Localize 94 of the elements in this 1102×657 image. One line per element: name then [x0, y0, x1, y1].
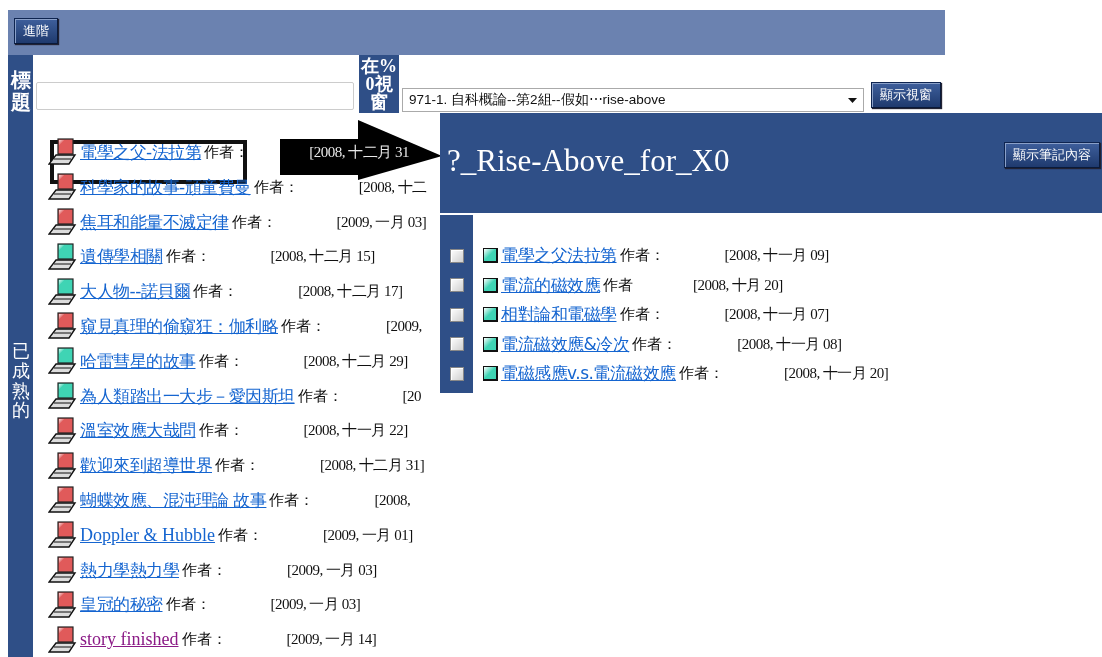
author-label: 作者： — [182, 560, 227, 580]
author-label: 作者： — [193, 282, 239, 302]
note-date: [2008, 十二月 31 — [309, 142, 409, 162]
laptop-icon — [48, 382, 78, 410]
note-date: [2009, 一月 03] — [270, 595, 361, 615]
note-link[interactable]: 溫室效應大哉問 — [80, 419, 196, 443]
caret-icon — [848, 97, 857, 103]
note-date: [2008, 十二月 17] — [298, 282, 403, 302]
note-link[interactable]: 電學之父-法拉第 — [80, 140, 202, 164]
author-label: 作者： — [215, 456, 260, 476]
author-label: 作者 — [603, 275, 633, 295]
author-label: 作者： — [632, 334, 678, 354]
laptop-icon — [48, 416, 78, 445]
note-link[interactable]: 哈雷彗星的故事 — [80, 349, 196, 373]
laptop-icon — [48, 138, 78, 167]
note-date: [2008, 十一月 22] — [303, 421, 408, 441]
laptop-icon — [48, 590, 78, 619]
author-label: 作者： — [619, 305, 665, 325]
note-date: [2008, 十一月 09] — [724, 246, 829, 266]
note-link[interactable]: 焦耳和能量不滅定律 — [80, 210, 229, 234]
checkbox[interactable] — [449, 337, 464, 352]
author-label: 作者： — [678, 364, 724, 384]
author-label: 作者： — [269, 490, 315, 510]
laptop-icon — [48, 208, 78, 237]
laptop-icon — [48, 451, 78, 480]
note-date: [20 — [402, 387, 421, 405]
note-link[interactable]: 窺見真理的偷窺狂：伽利略 — [80, 314, 278, 338]
laptop-icon — [48, 486, 78, 515]
note-link[interactable]: 蝴蝶效應、混沌理論 故事 — [80, 488, 267, 512]
author-label: 作者： — [181, 630, 227, 650]
popup-title: ?_Rise-Above_for_X0 — [447, 143, 730, 179]
note-date: [2008, 十一月 08] — [737, 334, 842, 354]
note-date: [2008, 十二月 29] — [303, 351, 408, 371]
checkbox[interactable] — [449, 307, 464, 322]
notebook-select[interactable]: 971-1. 自科概論--第2組--假如⋯rise-above — [402, 88, 864, 112]
show-window-button[interactable]: 顯示視窗 — [871, 82, 941, 108]
title-input[interactable] — [36, 82, 354, 110]
note-date: [2009, — [386, 317, 422, 335]
note-date: [2008, — [374, 491, 411, 509]
checkbox[interactable] — [449, 278, 464, 293]
note-link[interactable]: Doppler & Hubble — [80, 524, 215, 546]
laptop-icon — [48, 312, 78, 341]
author-label: 作者： — [204, 142, 250, 162]
laptop-icon — [48, 521, 78, 550]
advanced-button[interactable]: 進階 — [14, 18, 58, 44]
author-label: 作者： — [218, 525, 263, 545]
show-notes-button[interactable]: 顯示筆記內容 — [1004, 142, 1100, 168]
laptop-icon — [48, 625, 78, 654]
note-link[interactable]: 電流磁效應&冷次 — [501, 332, 630, 356]
note-date: [2008, 十一月 07] — [724, 305, 829, 325]
note-link[interactable]: 電學之父法拉第 — [501, 244, 617, 268]
note-date: [2008, 十二月 15] — [270, 247, 375, 267]
note-icon — [483, 366, 498, 382]
note-link[interactable]: 熱力學熱力學 — [80, 558, 179, 582]
author-label: 作者： — [253, 177, 299, 197]
note-link[interactable]: 遺傳學相關 — [80, 245, 163, 269]
author-label: 作者： — [619, 246, 665, 266]
checkbox[interactable] — [449, 366, 464, 381]
note-link[interactable]: 電磁感應v.s.電流磁效應 — [501, 362, 676, 386]
laptop-icon — [48, 556, 78, 584]
note-link[interactable]: 大人物--諾貝爾 — [80, 280, 191, 304]
note-icon — [483, 248, 498, 264]
note-link[interactable]: 電流的磁效應 — [501, 273, 600, 297]
checkbox[interactable] — [449, 248, 464, 263]
note-date: [2008, 十二 — [358, 177, 427, 197]
title-label: 標題 — [10, 69, 31, 113]
laptop-icon — [48, 242, 78, 271]
section-label: 已成熟的 — [11, 341, 30, 421]
author-label: 作者： — [165, 595, 211, 615]
laptop-icon — [48, 277, 78, 306]
laptop-icon — [48, 347, 78, 376]
author-label: 作者： — [165, 247, 211, 267]
author-label: 作者： — [231, 212, 277, 232]
note-icon — [483, 277, 498, 293]
note-link[interactable]: 相對論和電磁學 — [501, 303, 617, 327]
author-label: 作者： — [198, 351, 244, 371]
note-date: [2008, 十月 20] — [693, 275, 783, 295]
note-link[interactable]: 歡迎來到超導世界 — [80, 454, 212, 478]
note-date: [2008, 十二月 31] — [320, 456, 425, 476]
note-date: [2009, 一月 14] — [286, 630, 377, 650]
note-icon — [483, 336, 498, 352]
note-icon — [483, 307, 498, 323]
author-label: 作者： — [281, 316, 326, 336]
view-label: 在%0視窗 — [359, 55, 399, 113]
author-label: 作者： — [297, 386, 343, 406]
note-link[interactable]: 皇冠的秘密 — [80, 593, 163, 617]
note-date: [2009, 一月 03] — [336, 212, 427, 232]
note-date: [2008, 十一月 20] — [783, 364, 889, 384]
note-link[interactable]: story finished — [80, 629, 179, 651]
note-link[interactable]: 為人類踏出一大步－愛因斯坦 — [80, 384, 295, 408]
note-date: [2009, 一月 03] — [287, 560, 377, 580]
laptop-icon — [48, 173, 78, 202]
author-label: 作者： — [198, 421, 244, 441]
note-date: [2009, 一月 01] — [323, 525, 413, 545]
